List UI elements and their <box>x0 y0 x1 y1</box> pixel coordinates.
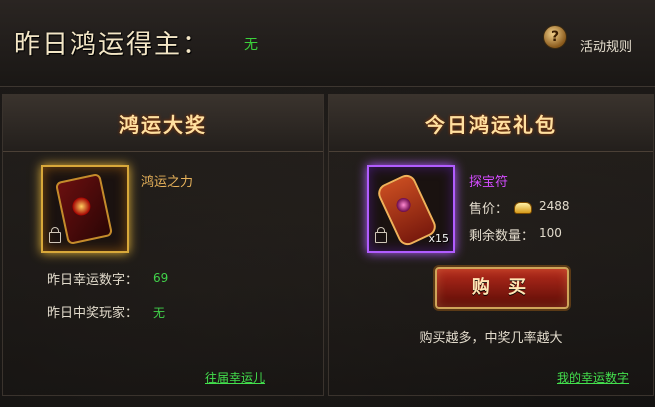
fortune-card-icon <box>54 172 114 246</box>
lock-icon <box>49 227 61 243</box>
grand-prize-header: 鸿运大奖 <box>3 95 323 152</box>
remaining-quantity-label: 剩余数量： <box>469 229 535 244</box>
price-value: 2488 <box>539 199 570 213</box>
past-winners-link[interactable]: 往届幸运儿 <box>205 369 265 386</box>
remaining-quantity-value: 100 <box>539 226 562 240</box>
buy-button[interactable]: 购 买 <box>435 267 569 309</box>
help-icon[interactable]: ? <box>543 25 567 49</box>
yesterday-winner-value: 无 <box>244 37 258 53</box>
my-lucky-numbers-link[interactable]: 我的幸运数字 <box>557 369 629 386</box>
daily-gift-item-name: 探宝符 <box>469 175 509 190</box>
winner-player-value: 无 <box>153 306 166 320</box>
gold-ingot-icon <box>514 202 532 214</box>
daily-gift-header: 今日鸿运礼包 <box>329 95 653 152</box>
yesterday-winner-title: 昨日鸿运得主： <box>14 30 211 60</box>
lock-icon <box>375 227 387 243</box>
price-label: 售价： <box>469 202 509 217</box>
purchase-hint: 购买越多，中奖几率越大 <box>419 331 563 346</box>
grand-prize-item-slot[interactable] <box>41 165 129 253</box>
grand-prize-title: 鸿运大奖 <box>119 113 207 137</box>
lucky-number-label: 昨日幸运数字： <box>47 273 139 288</box>
activity-rules-link[interactable]: 活动规则 <box>580 36 632 55</box>
lucky-number-value: 69 <box>153 271 169 285</box>
item-quantity-badge: x15 <box>428 232 449 245</box>
daily-gift-title: 今日鸿运礼包 <box>425 113 557 137</box>
top-bar: 昨日鸿运得主： 无 ? 活动规则 <box>0 0 655 87</box>
grand-prize-panel: 鸿运大奖 鸿运之力 昨日幸运数字： 69 昨日中奖玩家： 无 往届幸运儿 <box>2 94 324 396</box>
daily-gift-item-slot[interactable]: x15 <box>367 165 455 253</box>
grand-prize-item-name: 鸿运之力 <box>141 175 194 190</box>
winner-player-label: 昨日中奖玩家： <box>47 306 139 321</box>
daily-gift-panel: 今日鸿运礼包 x15 探宝符 售价： 2488 剩余数量： 100 购 买 购买… <box>328 94 654 396</box>
